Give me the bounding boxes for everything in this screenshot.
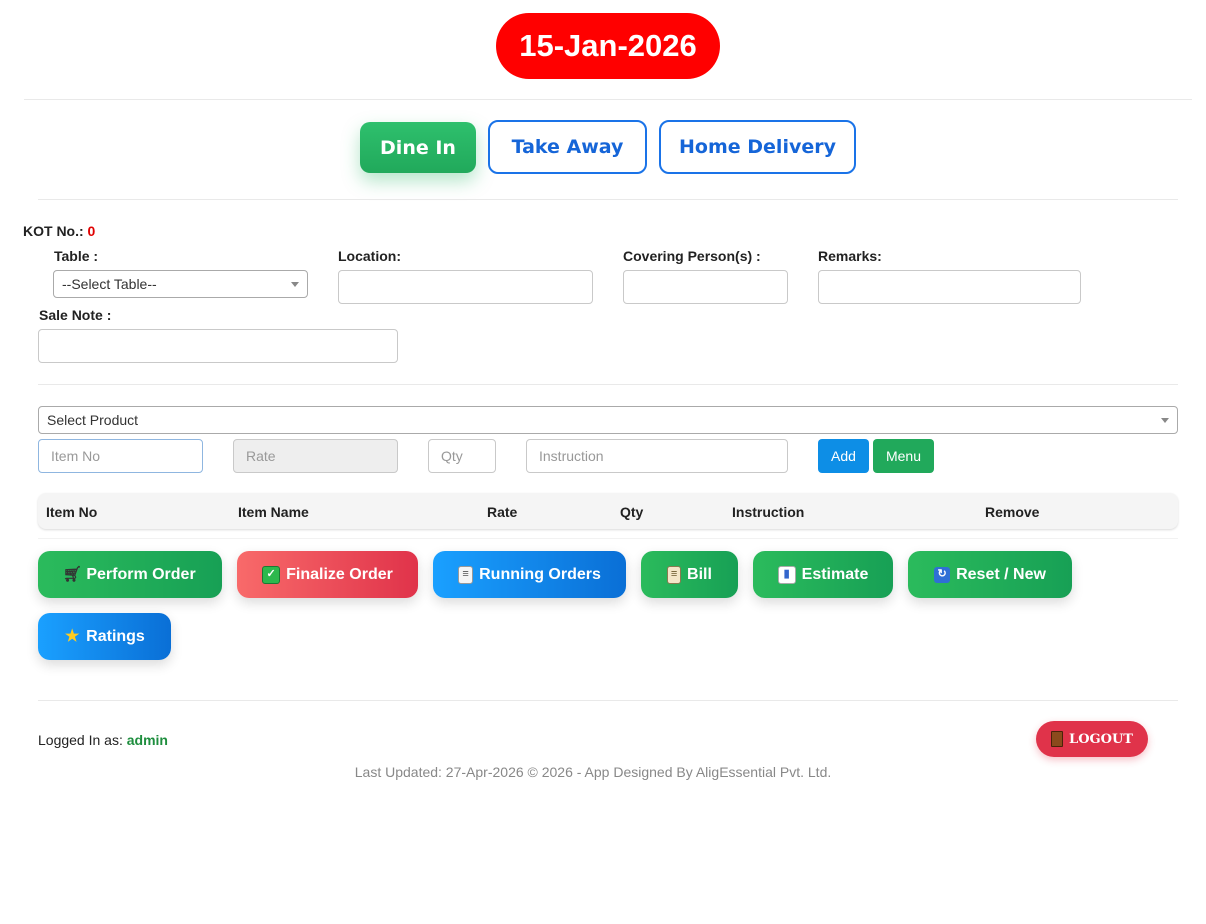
perform-order-button[interactable]: 🛒︎ Perform Order: [38, 551, 222, 598]
product-select-value: Select Product: [47, 412, 139, 428]
add-button[interactable]: Add: [818, 439, 869, 473]
running-orders-label: Running Orders: [479, 565, 601, 583]
bar-chart-icon: ▮: [777, 565, 796, 584]
column-header: Rate: [487, 504, 518, 520]
running-orders-button[interactable]: ≡ Running Orders: [433, 551, 626, 598]
estimate-label: Estimate: [801, 565, 869, 583]
bill-label: Bill: [687, 565, 712, 583]
covering-persons-label: Covering Person(s) :: [623, 248, 761, 264]
location-label: Location:: [338, 248, 401, 264]
reset-new-label: Reset / New: [956, 565, 1046, 583]
rate-input: Rate: [233, 439, 398, 473]
sale-note-label: Sale Note :: [39, 307, 112, 323]
table-select[interactable]: --Select Table--: [53, 270, 308, 298]
logout-label: LOGOUT: [1069, 731, 1133, 747]
refresh-icon: ↻: [934, 566, 951, 583]
estimate-button[interactable]: ▮ Estimate: [753, 551, 893, 598]
remarks-input[interactable]: [818, 270, 1081, 304]
table-select-value: --Select Table--: [62, 276, 157, 292]
perform-order-label: Perform Order: [86, 565, 196, 583]
kot-number: KOT No.: 0: [23, 223, 95, 239]
take-away-button[interactable]: Take Away: [488, 120, 647, 174]
location-input[interactable]: [338, 270, 593, 304]
finalize-order-label: Finalize Order: [286, 565, 393, 583]
username: admin: [126, 732, 168, 748]
qty-input[interactable]: Qty: [428, 439, 496, 473]
instruction-input[interactable]: Instruction: [526, 439, 788, 473]
sale-note-input[interactable]: [38, 329, 398, 363]
reset-new-button[interactable]: ↻ Reset / New: [908, 551, 1072, 598]
logout-button[interactable]: LOGOUT: [1036, 721, 1148, 757]
date-badge: 15-Jan-2026: [496, 13, 720, 79]
finalize-order-button[interactable]: ✓ Finalize Order: [237, 551, 418, 598]
divider: [38, 384, 1178, 385]
scroll-icon: ≡: [667, 565, 682, 584]
item-no-input[interactable]: Item No: [38, 439, 203, 473]
column-header: Item Name: [238, 504, 309, 520]
star-icon: ★: [64, 627, 80, 645]
column-header: Qty: [620, 504, 644, 520]
kot-label: KOT No.:: [23, 223, 84, 239]
remarks-label: Remarks:: [818, 248, 882, 264]
logged-in-info: Logged In as: admin: [38, 732, 168, 748]
divider: [38, 700, 1178, 701]
divider: [38, 538, 1178, 539]
door-icon: [1051, 731, 1064, 747]
covering-persons-input[interactable]: [623, 270, 788, 304]
ratings-label: Ratings: [86, 627, 145, 645]
kot-value: 0: [87, 223, 96, 239]
column-header: Item No: [46, 504, 98, 520]
column-header: Remove: [985, 504, 1040, 520]
ratings-button[interactable]: ★ Ratings: [38, 613, 171, 660]
bill-button[interactable]: ≡ Bill: [641, 551, 738, 598]
check-mark-icon: ✓: [262, 565, 281, 584]
logged-in-label: Logged In as:: [38, 732, 123, 748]
table-label: Table :: [54, 248, 99, 264]
dine-in-button[interactable]: Dine In: [360, 122, 476, 173]
menu-button[interactable]: Menu: [873, 439, 934, 473]
column-header: Instruction: [732, 504, 805, 520]
divider: [24, 99, 1192, 100]
home-delivery-button[interactable]: Home Delivery: [659, 120, 856, 174]
clipboard-icon: ≡: [458, 565, 474, 584]
footer-note: Last Updated: 27-Apr-2026 © 2026 - App D…: [354, 764, 832, 780]
divider: [38, 199, 1178, 200]
chevron-down-icon: [291, 282, 299, 287]
shopping-cart-icon: 🛒︎: [62, 566, 82, 583]
chevron-down-icon: [1161, 418, 1169, 423]
product-select[interactable]: Select Product: [38, 406, 1178, 434]
